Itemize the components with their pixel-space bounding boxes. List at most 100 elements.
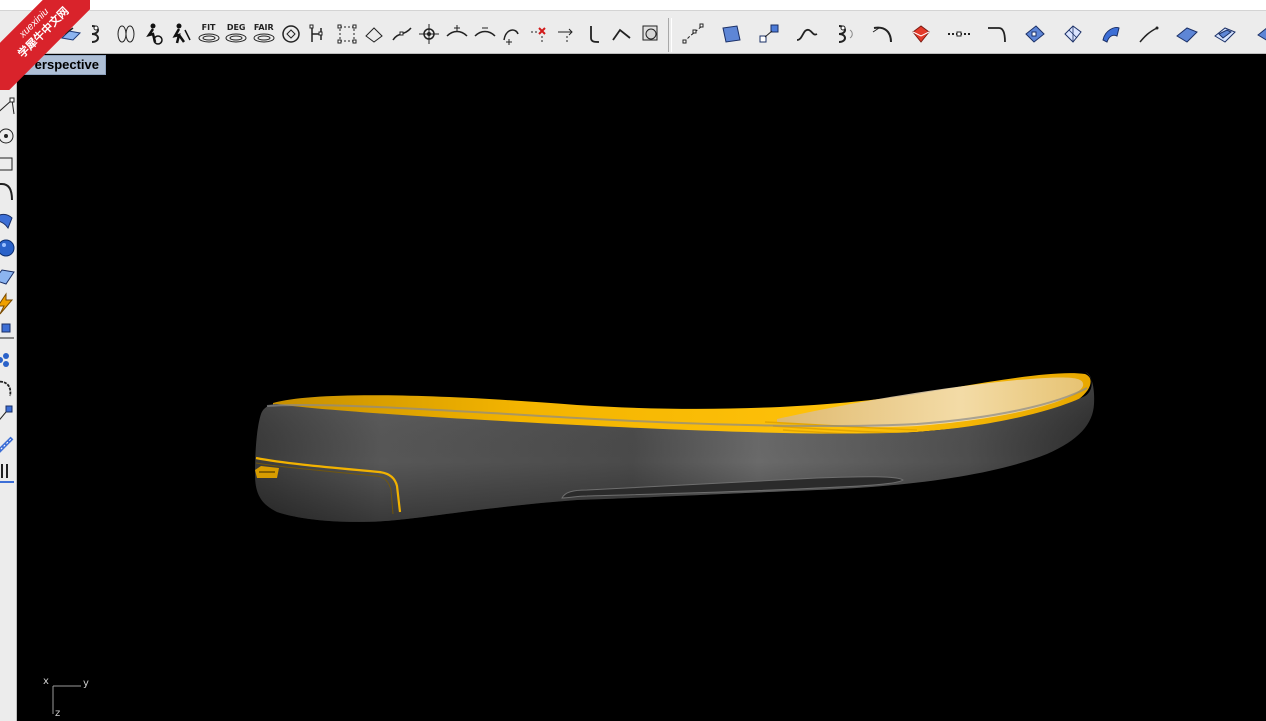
edit-curve-icon (612, 28, 632, 41)
point-edit-button[interactable] (752, 21, 786, 47)
blend-curve-button[interactable] (790, 21, 824, 47)
points-icon (309, 24, 323, 42)
heel-logo (255, 466, 279, 478)
boolean-tool-button[interactable] (0, 292, 16, 316)
fillet-curve-icon (872, 26, 892, 43)
transform-tool-button[interactable] (0, 404, 16, 428)
viewport-title-tab[interactable]: Perspective (19, 55, 106, 75)
cage-button[interactable] (334, 21, 360, 47)
sphere-icon (33, 30, 49, 46)
plane-button[interactable] (1018, 21, 1052, 47)
patch-button[interactable] (1170, 21, 1204, 47)
fit-button[interactable]: FIT (196, 21, 222, 47)
extract-icon (642, 25, 658, 41)
patch-icon (1176, 27, 1198, 43)
measure-icon (0, 436, 14, 453)
offset-surface-icon (1214, 27, 1236, 43)
degree-curve-icon (225, 33, 247, 43)
fair-label: FAIR (253, 23, 274, 32)
toolbar-group-surface (676, 14, 1246, 54)
sphere-button[interactable] (30, 21, 56, 47)
sweep-button[interactable] (1094, 21, 1128, 47)
degree-button[interactable]: DEG (223, 21, 249, 47)
crv-match-button[interactable] (828, 21, 862, 47)
person-icon (146, 23, 164, 45)
weight-icon (419, 24, 440, 44)
offset-surface-button[interactable] (1208, 21, 1242, 47)
axis-widget: x y z (39, 674, 99, 721)
overflow-button[interactable] (1254, 20, 1266, 46)
move-uvn-button[interactable] (554, 21, 580, 47)
points-tool-button[interactable] (0, 348, 16, 372)
delete-point-icon (530, 27, 546, 42)
arc-button[interactable] (1132, 21, 1166, 47)
fillet-tool-button[interactable] (0, 180, 16, 204)
revolve-tool-button[interactable] (0, 208, 16, 232)
points-button[interactable] (306, 21, 332, 47)
corner-icon (589, 26, 599, 43)
shield-button[interactable] (904, 21, 938, 47)
crv-match-icon (838, 25, 853, 43)
curve-tool-button[interactable] (0, 96, 16, 120)
measure-tool-button[interactable] (0, 432, 16, 456)
surface-tool-button[interactable] (0, 264, 16, 288)
add-kink-button[interactable] (499, 21, 525, 47)
sphere-tool-icon (0, 239, 15, 257)
isocurve-icon (117, 25, 135, 43)
dimension-tool-button[interactable] (0, 320, 16, 344)
spiral-button[interactable] (278, 21, 304, 47)
fair-button[interactable]: FAIR (251, 21, 277, 47)
delete-point-button[interactable] (527, 21, 553, 47)
insert-knot-button[interactable] (444, 21, 470, 47)
person-edit-button[interactable] (168, 21, 194, 47)
rhino-window: FIT DEG FAIR Perspective x y z xuexiniu … (0, 0, 1266, 721)
shield-icon (912, 25, 930, 43)
fair-curve-icon (253, 33, 275, 43)
circle-tool-button[interactable] (0, 124, 16, 148)
fillet-curve-button[interactable] (866, 21, 900, 47)
point-icon (0, 74, 8, 82)
polyline-points-button[interactable] (676, 21, 710, 47)
surface-button[interactable] (714, 21, 748, 47)
weight-button[interactable] (416, 21, 442, 47)
toolbar-title-strip (0, 0, 1266, 11)
remove-knot-button[interactable] (472, 21, 498, 47)
person-wheel-button[interactable] (140, 21, 166, 47)
revolve-icon (0, 213, 13, 230)
trim-corner-button[interactable] (980, 21, 1014, 47)
rotate-tool-button[interactable] (0, 376, 16, 400)
shoe-sole-model (255, 372, 1095, 522)
rectangle-icon (0, 157, 13, 171)
sphere-tool-button[interactable] (0, 236, 16, 260)
surface-tool-icon (0, 269, 15, 285)
add-kink-icon (503, 29, 519, 45)
insert-knot-icon (446, 25, 468, 37)
curve-tool-icon (0, 97, 15, 115)
control-points-button[interactable] (389, 21, 415, 47)
shaded-surface-button[interactable] (1056, 21, 1090, 47)
isocurve-button[interactable] (113, 21, 139, 47)
axis-x-label: x (43, 676, 49, 687)
surface-edit-button[interactable] (58, 21, 84, 47)
degree-label: DEG (226, 23, 246, 32)
rectangle-tool-button[interactable] (0, 152, 16, 176)
surface-edit-icon (60, 27, 81, 41)
extract-button[interactable] (637, 21, 663, 47)
cage-icon (337, 24, 357, 44)
perspective-viewport[interactable]: Perspective x y z (17, 54, 1266, 721)
toolbar-group-edit: FIT DEG FAIR (30, 14, 665, 54)
corner-button[interactable] (582, 21, 608, 47)
axis-y-label: y (83, 678, 89, 689)
person-edit-icon (172, 23, 191, 44)
edit-curve-button[interactable] (609, 21, 635, 47)
pause-tool-button[interactable] (0, 460, 16, 484)
curve-icon (365, 27, 383, 43)
dimension-icon (0, 323, 14, 339)
dashed-line-button[interactable] (942, 21, 976, 47)
lightning-icon (0, 292, 14, 315)
split-button[interactable] (85, 21, 111, 47)
point-edit-icon (759, 24, 779, 43)
point-tool-button[interactable] (0, 66, 16, 90)
curve-button[interactable] (361, 21, 387, 47)
axis-z-label: z (55, 708, 61, 719)
